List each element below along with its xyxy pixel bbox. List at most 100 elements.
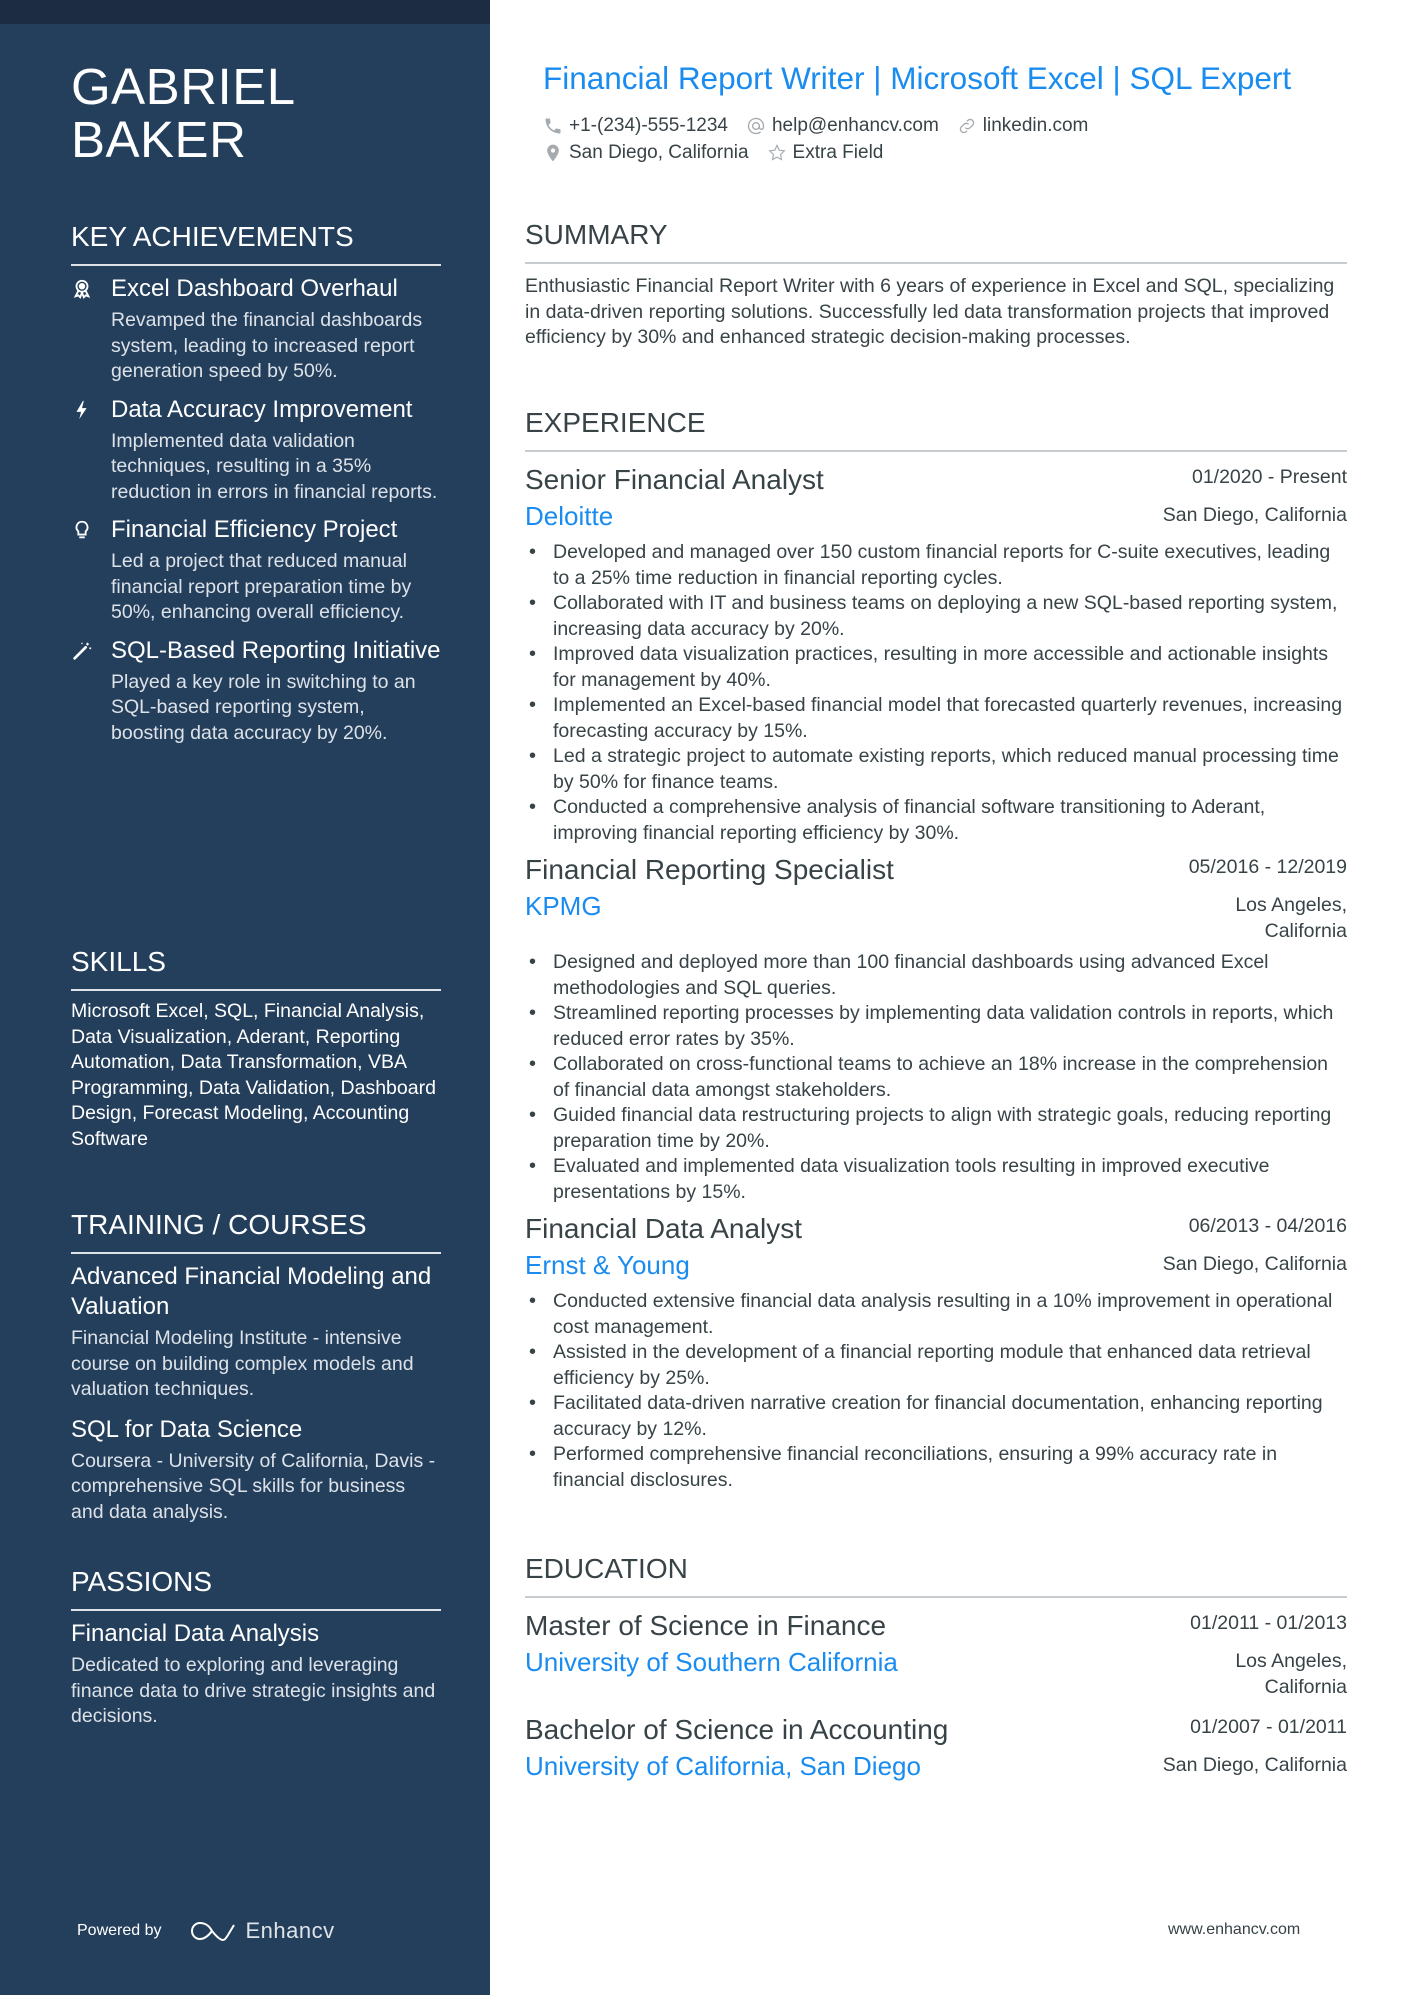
course-title: Advanced Financial Modeling and Valuatio… [71,1263,432,1320]
star-icon [767,143,787,163]
job-bullet: Improved data visualization practices, r… [525,642,1347,693]
job-bullet: Assisted in the development of a financi… [525,1340,1347,1391]
enhancv-logo[interactable]: Enhancv [190,1918,335,1944]
job-bullet: Collaborated with IT and business teams … [525,591,1347,642]
job-bullet: Guided financial data restructuring proj… [525,1103,1347,1154]
degree: Master of Science in Finance [525,1610,887,1641]
contact-location: San Diego, California [543,142,749,164]
job-bullet: Conducted extensive financial data analy… [525,1289,1347,1340]
job-location: Los Angeles, California [1235,894,1347,942]
candidate-name: GABRIEL BAKER [71,60,441,166]
lightbulb-icon [71,515,111,626]
experience-section: EXPERIENCE Senior Financial Analyst 01/2… [525,406,1347,1499]
contact-info: +1-(234)-555-1234 help@enhancv.com linke… [543,112,1343,166]
job-dates: 01/2020 - Present [1191,466,1347,488]
achievement-item: Excel Dashboard Overhaul Revamped the fi… [71,274,441,385]
job-bullet: Conducted a comprehensive analysis of fi… [525,795,1347,846]
course-item: Advanced Financial Modeling and Valuatio… [71,1262,441,1403]
education-location: San Diego, California [1162,1754,1347,1776]
education-entry: Master of Science in Finance 01/2011 - 0… [525,1608,1347,1700]
job-location: San Diego, California [1162,1253,1347,1275]
education-dates: 01/2007 - 01/2011 [1190,1716,1347,1738]
contact-linkedin[interactable]: linkedin.com [957,115,1088,137]
job-bullets: Conducted extensive financial data analy… [525,1289,1347,1493]
at-sign-icon [746,116,766,136]
award-ribbon-icon [71,274,111,385]
education-dates: 01/2011 - 01/2013 [1190,1612,1347,1634]
enhancv-logo-icon [190,1921,235,1942]
job-entry: Financial Reporting Specialist 05/2016 -… [525,852,1347,1205]
sidebar: GABRIEL BAKER KEY ACHIEVEMENTS Excel Das… [0,0,490,1995]
job-company: Ernst & Young [525,1250,690,1280]
education-location: Los Angeles, California [1235,1650,1347,1698]
contact-email[interactable]: help@enhancv.com [746,115,939,137]
achievement-title: Financial Efficiency Project [111,516,398,543]
education-section: EDUCATION Master of Science in Finance 0… [525,1552,1347,1790]
passions-section: PASSIONS Financial Data Analysis Dedicat… [71,1565,441,1742]
job-bullet: Led a strategic project to automate exis… [525,744,1347,795]
achievement-description: Played a key role in switching to an SQL… [111,670,416,744]
enhancv-brand: Enhancv [245,1918,335,1943]
job-bullet: Streamlined reporting processes by imple… [525,1001,1347,1052]
job-bullets: Designed and deployed more than 100 fina… [525,950,1347,1205]
powered-by-label: Powered by [77,1922,162,1939]
lightning-bolt-icon [71,395,111,506]
key-achievements-section: KEY ACHIEVEMENTS Excel Dashboard Overhau… [71,220,441,756]
section-title-summary: SUMMARY [525,218,1347,264]
phone-icon [543,116,563,136]
achievement-item: Data Accuracy Improvement Implemented da… [71,395,441,506]
job-dates: 05/2016 - 12/2019 [1188,856,1347,878]
degree: Bachelor of Science in Accounting [525,1714,949,1745]
course-description: Coursera - University of California, Dav… [71,1449,436,1523]
course-title: SQL for Data Science [71,1415,303,1443]
job-bullet: Performed comprehensive financial reconc… [525,1442,1347,1493]
powered-by: Powered by Enhancv [77,1918,335,1944]
footer-url[interactable]: www.enhancv.com [1168,1921,1300,1939]
sidebar-top-bar [0,0,490,24]
course-description: Financial Modeling Institute - intensive… [71,1327,414,1400]
job-entry: Financial Data Analyst 06/2013 - 04/2016… [525,1211,1347,1493]
achievement-item: Financial Efficiency Project Led a proje… [71,515,441,626]
achievement-description: Led a project that reduced manual financ… [111,550,412,623]
achievement-title: Excel Dashboard Overhaul [111,275,398,302]
job-bullet: Developed and managed over 150 custom fi… [525,540,1347,591]
job-bullet: Evaluated and implemented data visualiza… [525,1154,1347,1205]
school: University of California, San Diego [525,1751,921,1781]
school: University of Southern California [525,1647,898,1677]
summary-text: Enthusiastic Financial Report Writer wit… [525,275,1335,348]
education-entry: Bachelor of Science in Accounting 01/200… [525,1712,1347,1784]
skills-list: Microsoft Excel, SQL, Financial Analysis… [71,1000,436,1150]
summary-section: SUMMARY Enthusiastic Financial Report Wr… [525,218,1347,351]
section-title-key-achievements: KEY ACHIEVEMENTS [71,220,441,266]
link-icon [957,116,977,136]
section-title-training: TRAINING / COURSES [71,1208,441,1254]
section-title-passions: PASSIONS [71,1565,441,1611]
job-dates: 06/2013 - 04/2016 [1188,1215,1347,1237]
passion-title: Financial Data Analysis [71,1620,320,1647]
job-bullet: Implemented an Excel-based financial mod… [525,693,1347,744]
job-bullets: Developed and managed over 150 custom fi… [525,540,1347,846]
passion-description: Dedicated to exploring and leveraging fi… [71,1654,436,1727]
job-bullet: Collaborated on cross-functional teams t… [525,1052,1347,1103]
section-title-education: EDUCATION [525,1552,1347,1598]
headline: Financial Report Writer | Microsoft Exce… [543,60,1292,96]
name-last: BAKER [71,111,247,168]
magic-wand-icon [71,636,111,747]
job-company: KPMG [525,891,602,921]
location-pin-icon [543,143,563,163]
contact-phone: +1-(234)-555-1234 [543,115,728,137]
job-company: Deloitte [525,501,614,531]
job-title: Financial Reporting Specialist [525,854,894,885]
achievement-item: SQL-Based Reporting Initiative Played a … [71,636,441,747]
job-location: San Diego, California [1162,504,1347,526]
achievement-description: Revamped the financial dashboards system… [111,309,423,382]
job-bullet: Designed and deployed more than 100 fina… [525,950,1347,1001]
achievement-title: Data Accuracy Improvement [111,395,413,423]
job-title: Financial Data Analyst [525,1213,803,1244]
passion-item: Financial Data Analysis Dedicated to exp… [71,1619,441,1730]
section-title-experience: EXPERIENCE [525,406,1347,452]
job-title: Senior Financial Analyst [525,464,824,495]
skills-section: SKILLS Microsoft Excel, SQL, Financial A… [71,945,441,1152]
section-title-skills: SKILLS [71,945,441,991]
name-first: GABRIEL [71,58,296,115]
